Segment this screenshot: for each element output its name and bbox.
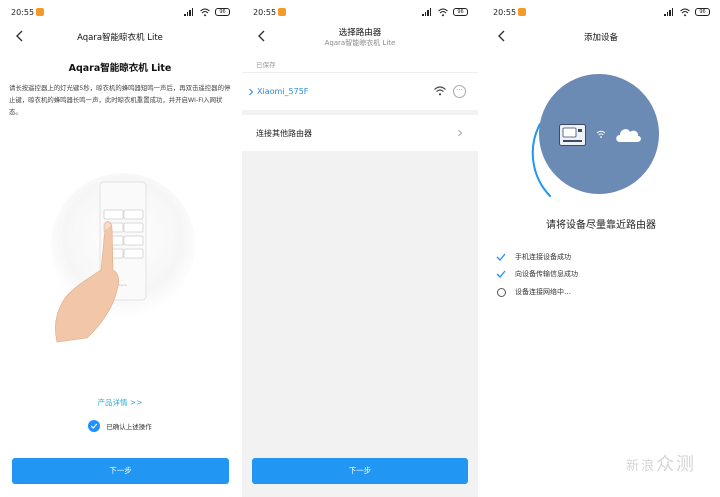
product-details-link[interactable]: 产品详情 >>: [0, 397, 240, 408]
status-icons: 96: [422, 7, 468, 17]
notification-icon: [36, 8, 44, 16]
more-options-icon[interactable]: ···: [453, 85, 466, 98]
nav-bar: 选择路由器 Aqara智能晾衣机 Lite: [242, 24, 478, 52]
signal-icon: [422, 8, 433, 16]
reset-instruction-screen: 20:55 96 Aqara智能晾衣机 Lite Aqara智能晾衣机 Lite…: [0, 0, 240, 497]
status-icons: 96: [184, 7, 230, 17]
network-name: Xiaomi_575F: [257, 87, 309, 96]
step-label: 设备连接网络中…: [515, 288, 571, 296]
check-icon: [496, 253, 506, 261]
notification-icon: [518, 8, 526, 16]
next-button[interactable]: 下一步: [252, 458, 468, 484]
svg-text:Aqara: Aqara: [118, 283, 127, 287]
status-bar: 20:55 96: [242, 0, 478, 24]
battery-icon: 96: [215, 8, 230, 16]
check-icon: [496, 270, 506, 278]
step-label: 手机连接设备成功: [515, 253, 571, 261]
wifi-icon: [596, 130, 606, 138]
page-title: 添加设备: [583, 33, 618, 43]
signal-icon: [184, 8, 195, 16]
status-time: 20:55: [253, 8, 277, 17]
device-heading: Aqara智能晾衣机 Lite: [68, 63, 172, 74]
saved-section-header: 已保存: [242, 52, 478, 72]
chevron-right-icon: [458, 129, 463, 137]
select-router-screen: 20:55 96 选择路由器 Aqara智能晾衣机 Lite 已保存 Xiaom…: [242, 0, 478, 497]
saved-label: 已保存: [256, 61, 276, 69]
confirm-checkbox[interactable]: 已确认上述操作: [0, 419, 240, 433]
next-button[interactable]: 下一步: [12, 458, 229, 484]
step-item: 向设备传输信息成功: [496, 267, 578, 281]
notification-icon: [278, 8, 286, 16]
step-item: 设备连接网络中…: [496, 285, 571, 299]
wifi-icon: [200, 8, 210, 16]
network-item[interactable]: Xiaomi_575F ···: [242, 72, 478, 110]
status-bar: 20:55 96: [0, 0, 240, 24]
watermark-logo: 新浪众测: [626, 454, 697, 475]
loading-icon: [496, 287, 506, 297]
confirm-label: 已确认上述操作: [106, 423, 152, 431]
cloud-icon: [616, 129, 641, 142]
nav-bar: Aqara智能晾衣机 Lite: [0, 24, 240, 48]
status-icons: 96: [664, 7, 710, 17]
status-time: 20:55: [11, 8, 35, 17]
chevron-right-icon: [249, 88, 254, 96]
wifi-icon: [438, 8, 448, 16]
nav-bar: 添加设备: [482, 24, 720, 48]
wifi-icon: [680, 8, 690, 16]
checked-icon: [88, 420, 101, 432]
add-device-screen: 20:55 96 添加设备 请将设备尽量靠近路由器 手机连接设备成功 向设备传输…: [482, 0, 720, 497]
instruction-heading: 请将设备尽量靠近路由器: [546, 220, 656, 231]
page-subtitle: Aqara智能晾衣机 Lite: [324, 39, 396, 47]
page-title: 选择路由器: [338, 28, 382, 38]
battery-icon: 96: [453, 8, 468, 16]
screenshot-collage: 20:55 96 Aqara智能晾衣机 Lite Aqara智能晾衣机 Lite…: [0, 0, 720, 497]
signal-icon: [664, 8, 675, 16]
step-item: 手机连接设备成功: [496, 250, 571, 264]
wifi-strength-icon: [434, 86, 446, 96]
page-title: Aqara智能晾衣机 Lite: [77, 33, 163, 43]
device-panel-icon: [559, 124, 586, 146]
battery-icon: 96: [695, 8, 710, 16]
status-time: 20:55: [493, 8, 517, 17]
connect-other-router[interactable]: 连接其他路由器: [242, 115, 478, 151]
reset-instructions: 请长按遥控器上的灯光键5秒，晾衣机的蜂鸣器短鸣一声后，再双击遥控器的停止键，晾衣…: [9, 84, 231, 116]
status-bar: 20:55 96: [482, 0, 720, 24]
remote-control-illustration: Aqara: [51, 173, 195, 343]
other-router-label: 连接其他路由器: [256, 129, 312, 138]
step-label: 向设备传输信息成功: [515, 270, 578, 278]
